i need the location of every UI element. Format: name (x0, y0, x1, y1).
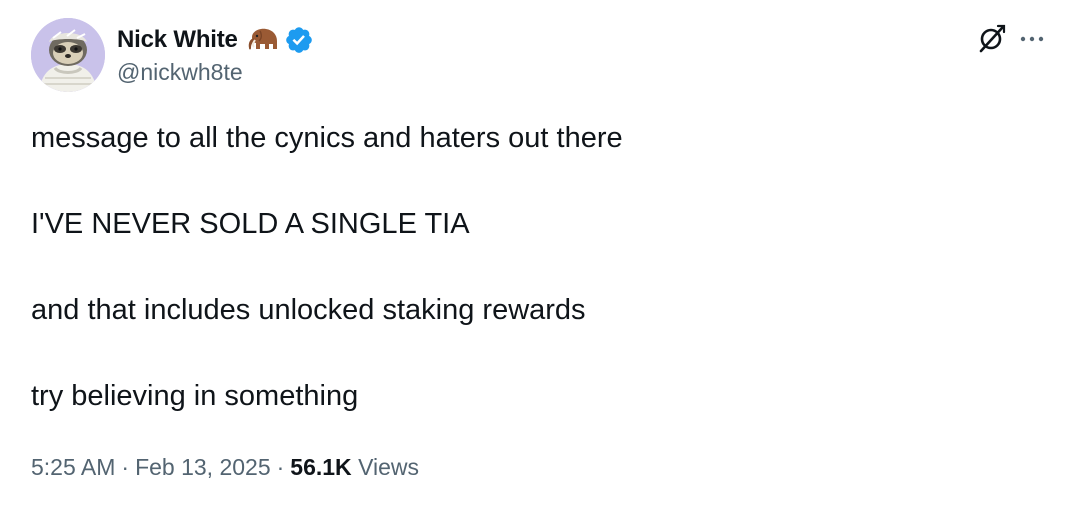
mammoth-emoji-icon (246, 27, 280, 53)
views-label: Views (358, 454, 419, 480)
tweet-card: Nick White @nickwh8te message to all the… (0, 0, 1074, 508)
tweet-header: Nick White @nickwh8te (31, 18, 314, 92)
display-name[interactable]: Nick White (117, 26, 238, 54)
tweet-line: message to all the cynics and haters out… (31, 122, 623, 154)
top-actions (974, 22, 1046, 56)
tweet-line: I'VE NEVER SOLD A SINGLE TIA (31, 208, 470, 240)
author-handle[interactable]: @nickwh8te (117, 57, 314, 87)
name-row: Nick White (117, 23, 314, 57)
avatar-image (31, 18, 105, 92)
tweet-line: and that includes unlocked staking rewar… (31, 294, 586, 326)
tweet-time[interactable]: 5:25 AM (31, 454, 115, 480)
grok-icon[interactable] (974, 22, 1008, 56)
tweet-meta: 5:25 AM · Feb 13, 2025 · 56.1K Views (31, 450, 419, 484)
tweet-line: try believing in something (31, 380, 359, 412)
tweet-date[interactable]: Feb 13, 2025 (135, 454, 271, 480)
views-count[interactable]: 56.1K (290, 454, 351, 480)
tweet-text: message to all the cynics and haters out… (31, 118, 623, 416)
meta-separator: · (276, 454, 285, 480)
verified-badge-icon[interactable] (284, 25, 314, 55)
author-names: Nick White @nickwh8te (117, 18, 314, 92)
avatar[interactable] (31, 18, 105, 92)
more-options-icon[interactable] (1018, 25, 1046, 53)
meta-separator: · (121, 454, 130, 480)
